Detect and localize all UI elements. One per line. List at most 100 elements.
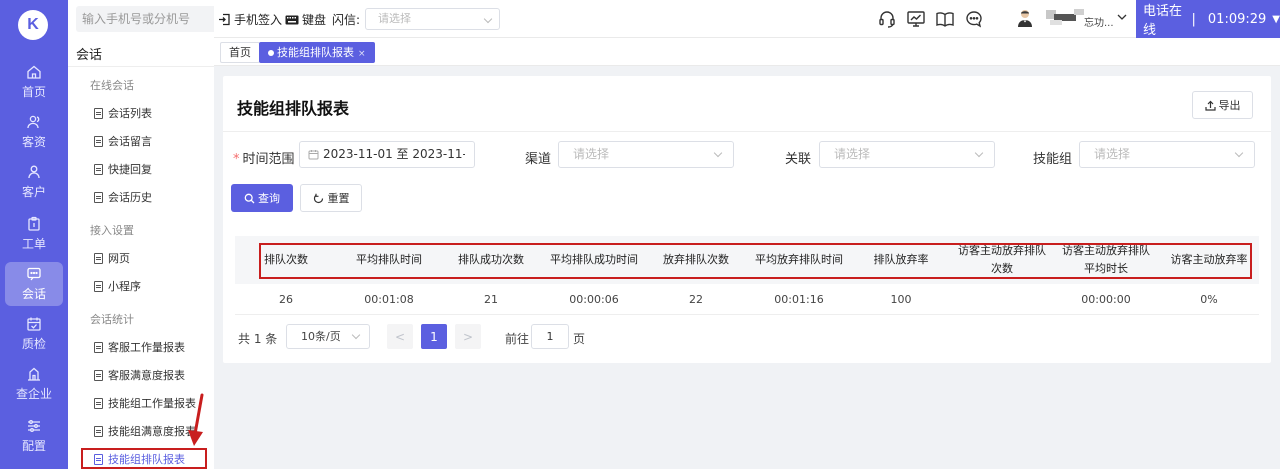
phone-checkin-button[interactable]: 手机签入 bbox=[218, 11, 282, 28]
reset-label: 重置 bbox=[327, 192, 350, 205]
keyboard-icon bbox=[285, 15, 299, 24]
relation-select[interactable]: 请选择 bbox=[819, 141, 995, 168]
menu-item-quick-reply[interactable]: 快捷回复 bbox=[82, 157, 208, 181]
rail-item-label: 查企业 bbox=[15, 387, 52, 401]
chevron-down-icon bbox=[351, 330, 361, 340]
menu-item-label: 客服满意度报表 bbox=[108, 369, 185, 382]
table-cell: 00:00:00 bbox=[1081, 292, 1131, 306]
document-icon bbox=[94, 425, 103, 437]
rail-item-settings[interactable]: 配置 bbox=[5, 414, 63, 458]
chat-icon bbox=[27, 267, 41, 281]
chevron-down-icon[interactable] bbox=[1117, 13, 1127, 21]
tab-label: 首页 bbox=[229, 46, 251, 59]
document-icon bbox=[94, 135, 103, 147]
menu-item-agent-satisfaction[interactable]: 客服满意度报表 bbox=[82, 363, 208, 387]
menu-item-session-list[interactable]: 会话列表 bbox=[82, 101, 208, 125]
rail-item-label: 配置 bbox=[21, 439, 46, 453]
tab-skill-group-queue-report[interactable]: 技能组排队报表 × bbox=[259, 42, 375, 63]
flash-message-select[interactable]: 请选择 bbox=[365, 8, 500, 30]
clipboard-icon bbox=[28, 216, 40, 231]
rail-item-label: 质检 bbox=[21, 337, 46, 351]
menu-item-label: 小程序 bbox=[108, 280, 141, 293]
goto-label: 前往 bbox=[505, 332, 530, 346]
app-rail: K 首页 客资 客户 工单 会话 质检 查企业 配置 bbox=[0, 0, 68, 469]
keyboard-label: 键盘 bbox=[302, 13, 327, 27]
call-timer: 01:09:29 bbox=[1207, 11, 1267, 27]
close-icon[interactable]: × bbox=[358, 49, 366, 59]
username-tail: 忘功... bbox=[1084, 18, 1114, 29]
pagination-total: 共 1 条 bbox=[238, 332, 278, 346]
document-icon bbox=[94, 163, 103, 175]
menu-divider bbox=[68, 66, 214, 67]
menu-group-statistics: 会话统计 bbox=[90, 313, 134, 326]
rail-item-label: 客资 bbox=[21, 135, 46, 149]
book-icon[interactable] bbox=[935, 9, 955, 29]
reset-button[interactable]: 重置 bbox=[300, 184, 362, 212]
rail-item-chat[interactable]: 会话 bbox=[5, 262, 63, 306]
rail-item-leads[interactable]: 客资 bbox=[5, 110, 63, 154]
refresh-icon bbox=[313, 193, 323, 203]
avatar[interactable] bbox=[1015, 8, 1035, 28]
logo-mark-icon: K bbox=[27, 16, 39, 33]
rail-item-tickets[interactable]: 工单 bbox=[5, 212, 63, 256]
table-cell: 100 bbox=[890, 292, 912, 306]
menu-item-session-history[interactable]: 会话历史 bbox=[82, 185, 208, 209]
query-button[interactable]: 查询 bbox=[231, 184, 293, 212]
call-status-button[interactable]: 电话在线 | 01:09:29 ▼ bbox=[1136, 0, 1280, 38]
channel-select[interactable]: 请选择 bbox=[558, 141, 734, 168]
table-cell: 26 bbox=[279, 292, 293, 306]
document-icon bbox=[94, 397, 103, 409]
time-range-value: 2023-11-01 至 2023-11-30 bbox=[323, 147, 465, 161]
keyboard-button[interactable]: 键盘 bbox=[285, 11, 326, 28]
goto-page-input[interactable]: 1 bbox=[531, 324, 569, 349]
tab-home[interactable]: 首页 bbox=[220, 42, 260, 63]
report-card: 技能组排队报表 导出 *时间范围 2023-11-01 至 2023-11-30… bbox=[223, 76, 1271, 363]
relation-label: 关联 bbox=[785, 152, 812, 167]
prev-page-button[interactable]: < bbox=[387, 324, 413, 349]
rail-item-customers[interactable]: 客户 bbox=[5, 160, 63, 204]
rail-item-company[interactable]: 查企业 bbox=[5, 362, 63, 406]
menu-item-session-messages[interactable]: 会话留言 bbox=[82, 129, 208, 153]
menu-group-online: 在线会话 bbox=[90, 79, 134, 92]
message-bubble-icon[interactable] bbox=[964, 9, 984, 29]
menu-item-agent-workload[interactable]: 客服工作量报表 bbox=[82, 335, 208, 359]
document-icon bbox=[94, 107, 103, 119]
time-range-label-text: 时间范围 bbox=[242, 152, 295, 167]
caret-down-icon: ▼ bbox=[1272, 13, 1280, 25]
page-number-button[interactable]: 1 bbox=[421, 324, 447, 349]
channel-label: 渠道 bbox=[525, 152, 552, 167]
skill-group-select[interactable]: 请选择 bbox=[1079, 141, 1255, 168]
menu-highlight-box bbox=[81, 448, 207, 469]
table-cell: 22 bbox=[689, 292, 703, 306]
page-size-select[interactable]: 10条/页 bbox=[286, 324, 370, 349]
chevron-down-icon bbox=[483, 14, 493, 24]
active-dot-icon bbox=[268, 50, 274, 56]
time-range-input[interactable]: 2023-11-01 至 2023-11-30 bbox=[299, 141, 475, 168]
menu-item-label: 技能组满意度报表 bbox=[108, 425, 196, 438]
monitor-chart-icon[interactable] bbox=[906, 9, 926, 29]
chevron-down-icon bbox=[713, 148, 723, 158]
chevron-down-icon bbox=[974, 148, 984, 158]
menu-item-label: 客服工作量报表 bbox=[108, 341, 185, 354]
red-arrow-icon bbox=[188, 393, 204, 446]
table-cell: 21 bbox=[484, 292, 498, 306]
home-icon bbox=[27, 65, 41, 79]
building-icon bbox=[28, 367, 40, 381]
rail-item-quality[interactable]: 质检 bbox=[5, 312, 63, 356]
call-status-label: 电话在线 bbox=[1143, 4, 1183, 38]
export-button[interactable]: 导出 bbox=[1192, 91, 1253, 119]
rail-item-home[interactable]: 首页 bbox=[5, 60, 63, 104]
document-icon bbox=[94, 252, 103, 264]
menu-item-label: 网页 bbox=[108, 252, 130, 265]
tab-label: 技能组排队报表 bbox=[277, 46, 354, 59]
table-row-divider bbox=[235, 314, 1259, 315]
headset-icon[interactable] bbox=[877, 9, 897, 29]
table-cell: 0% bbox=[1200, 292, 1218, 306]
next-page-button[interactable]: > bbox=[455, 324, 481, 349]
page-title: 技能组排队报表 bbox=[237, 99, 350, 118]
page-suffix-label: 页 bbox=[573, 332, 586, 346]
menu-item-webpage[interactable]: 网页 bbox=[82, 246, 208, 270]
menu-item-mini-program[interactable]: 小程序 bbox=[82, 274, 208, 298]
menu-item-label: 快捷回复 bbox=[108, 163, 152, 176]
call-status-separator: | bbox=[1191, 11, 1196, 27]
